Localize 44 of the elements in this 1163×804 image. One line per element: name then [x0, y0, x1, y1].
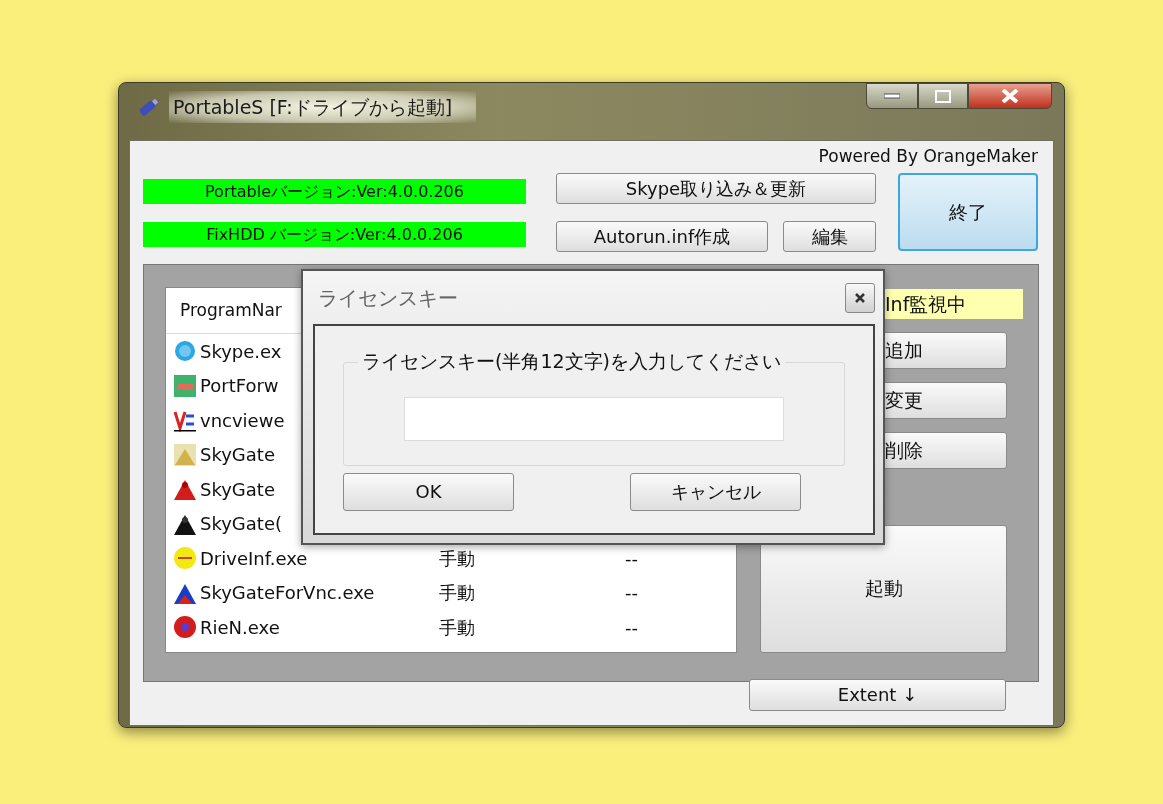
close-icon — [1001, 89, 1019, 103]
close-button[interactable] — [968, 83, 1052, 109]
minimize-icon — [884, 93, 900, 99]
status-cell-text: -- — [625, 615, 638, 640]
start-mode-cell: 手動 — [439, 616, 475, 638]
extent-button[interactable]: Extent ↓ — [749, 679, 1006, 711]
autorun-create-button[interactable]: Autorun.inf作成 — [556, 221, 768, 252]
status-cell-text: -- — [625, 581, 638, 606]
program-icon — [173, 442, 197, 467]
program-name[interactable]: vncviewe — [200, 406, 285, 434]
start-mode-cell: 手動 — [439, 582, 475, 604]
ok-button[interactable]: OK — [343, 473, 514, 511]
program-name[interactable]: SkyGate( — [200, 510, 282, 538]
program-name[interactable]: DriveInf.exe — [200, 544, 308, 572]
program-name[interactable]: PortForw — [200, 372, 279, 400]
maximize-icon — [935, 89, 951, 103]
status-cell-text: -- — [625, 546, 638, 571]
program-name[interactable]: Skype.ex — [200, 337, 282, 365]
program-icon — [173, 546, 197, 571]
usb-drive-icon — [137, 96, 161, 118]
edit-button[interactable]: 編集 — [783, 221, 876, 252]
skype-import-button[interactable]: Skype取り込み＆更新 — [556, 173, 876, 204]
powered-by-text: Powered By OrangeMaker — [818, 145, 1038, 167]
version-label: Portableバージョン:Ver:4.0.0.206 — [143, 179, 526, 204]
program-name[interactable]: RieN.exe — [200, 613, 280, 641]
license-key-field[interactable] — [404, 397, 784, 441]
version-label: FixHDD バージョン:Ver:4.0.0.206 — [143, 222, 526, 247]
dialog-title: ライセンスキー — [318, 284, 458, 312]
program-name[interactable]: SkyGateForVnc.exe — [200, 579, 375, 607]
program-icon — [173, 339, 197, 364]
column-header[interactable]: ProgramNar — [180, 297, 282, 324]
start-mode-cell: 手動 — [439, 547, 475, 569]
program-icon — [173, 615, 197, 640]
program-name[interactable]: SkyGate — [200, 441, 275, 469]
minimize-button[interactable] — [866, 83, 918, 109]
dialog-close-button[interactable] — [845, 282, 875, 313]
launch-button[interactable]: 起動 — [760, 524, 1007, 653]
window-title: PortableS [F:ドライブから起動] — [169, 90, 477, 124]
close-icon — [854, 291, 866, 304]
exit-button[interactable]: 終了 — [898, 173, 1038, 251]
cancel-button[interactable]: キャンセル — [630, 473, 801, 511]
maximize-button[interactable] — [918, 83, 968, 109]
program-icon — [173, 373, 197, 398]
program-name[interactable]: SkyGate — [200, 475, 275, 503]
